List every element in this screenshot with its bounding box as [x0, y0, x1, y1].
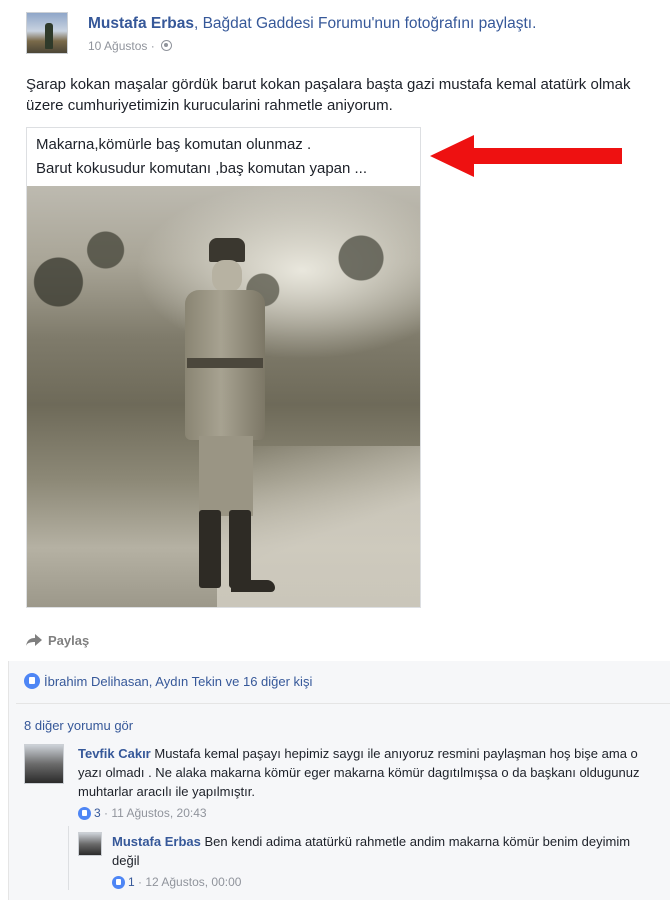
like-icon — [78, 807, 91, 820]
divider — [16, 703, 670, 704]
share-label: Paylaş — [48, 633, 90, 648]
red-arrow-annotation — [430, 135, 622, 177]
like-icon — [112, 876, 125, 889]
reply-time[interactable]: · 12 Ağustos, 00:00 — [138, 875, 241, 889]
commenter-avatar[interactable] — [24, 744, 64, 784]
comment-author-link[interactable]: Tevfik Cakır — [78, 746, 151, 761]
view-more-comments-link[interactable]: 8 diğer yorumu gör — [24, 718, 133, 733]
comment-like-count[interactable]: 3 — [94, 806, 101, 820]
post-header-line: Mustafa Erbas, Bağdat Gaddesi Forumu'nun… — [88, 15, 536, 33]
globe-icon[interactable] — [161, 40, 173, 51]
post-text: Şarap kokan maşalar gördük barut kokan p… — [26, 76, 631, 114]
photo-caption-line2: Barut kokusudur komutanı ,baş komutan ya… — [36, 160, 368, 177]
reply-author-link[interactable]: Mustafa Erbas — [112, 834, 201, 849]
comment-meta: 3 · 11 Ağustos, 20:43 — [78, 806, 207, 820]
reply-like-count[interactable]: 1 — [128, 875, 135, 889]
reply-body: Mustafa Erbas Ben kendi adima atatürkü r… — [112, 832, 652, 870]
post-author-link[interactable]: Mustafa Erbas — [88, 15, 194, 32]
shared-photo[interactable]: Makarna,kömürle baş komutan olunmaz . Ba… — [26, 127, 421, 608]
post-date[interactable]: 10 Ağustos — [88, 39, 147, 53]
reply-thread-line — [68, 826, 69, 890]
photo-caption: Makarna,kömürle baş komutan olunmaz . Ba… — [27, 128, 420, 184]
comment-body: Tevfik Cakır Mustafa kemal paşayı hepimi… — [78, 744, 658, 801]
arrow-shape — [430, 135, 622, 177]
author-avatar[interactable] — [26, 12, 68, 54]
likers-text[interactable]: İbrahim Delihasan, Aydın Tekin ve 16 diğ… — [44, 674, 312, 689]
share-icon — [26, 634, 42, 646]
post-meta: 10 Ağustos · — [88, 39, 173, 53]
soldier-figure — [165, 238, 275, 598]
post-header: Mustafa Erbas, Bağdat Gaddesi Forumu'nun… — [26, 8, 666, 58]
reply-author-avatar[interactable] — [78, 832, 102, 856]
photo-caption-line1: Makarna,kömürle baş komutan olunmaz . — [36, 136, 312, 153]
reply-meta: 1 · 12 Ağustos, 00:00 — [112, 875, 241, 889]
like-icon — [24, 673, 40, 689]
share-button[interactable]: Paylaş — [26, 633, 89, 648]
comment-time[interactable]: · 11 Ağustos, 20:43 — [104, 806, 207, 820]
comment-text: Mustafa kemal paşayı hepimiz saygı ile a… — [78, 746, 640, 799]
photo-image — [27, 186, 420, 607]
likes-summary[interactable]: İbrahim Delihasan, Aydın Tekin ve 16 diğ… — [24, 673, 312, 689]
post-action-text[interactable]: , Bağdat Gaddesi Forumu'nun fotoğrafını … — [194, 15, 536, 32]
meta-separator: · — [150, 39, 155, 53]
